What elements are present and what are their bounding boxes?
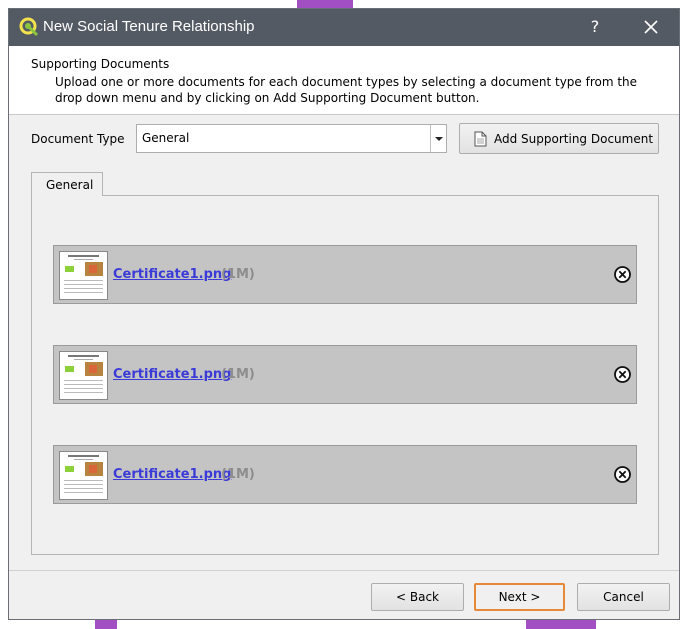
wizard-header: Supporting Documents Upload one or more … xyxy=(9,46,679,115)
document-thumbnail[interactable] xyxy=(59,251,108,300)
tab-panel: Certificate1.png (1M) Certificate1.png (… xyxy=(31,195,659,555)
help-button[interactable]: ? xyxy=(583,15,607,39)
certificate-image-icon xyxy=(60,252,107,299)
document-thumbnail[interactable] xyxy=(59,451,108,500)
window-title: New Social Tenure Relationship xyxy=(43,18,255,35)
tab-label: General xyxy=(46,178,94,192)
background-shape xyxy=(526,619,596,629)
document-row: Certificate1.png (1M) xyxy=(53,345,637,404)
document-file-link[interactable]: Certificate1.png xyxy=(113,267,231,282)
document-file-size: (1M) xyxy=(221,367,255,382)
cancel-button-label: Cancel xyxy=(603,590,644,604)
document-type-value: General xyxy=(142,131,190,145)
document-icon xyxy=(474,131,487,147)
document-file-link[interactable]: Certificate1.png xyxy=(113,467,231,482)
remove-document-icon[interactable] xyxy=(613,265,632,284)
back-button[interactable]: < Back xyxy=(371,583,464,611)
chevron-down-icon xyxy=(435,137,443,141)
background-shape xyxy=(95,619,117,629)
qgis-icon xyxy=(19,17,39,37)
certificate-image-icon xyxy=(60,352,107,399)
title-bar: New Social Tenure Relationship ? xyxy=(9,9,679,46)
document-file-size: (1M) xyxy=(221,267,255,282)
page-title: Supporting Documents xyxy=(31,57,170,71)
next-button[interactable]: Next > xyxy=(474,583,565,611)
cancel-button[interactable]: Cancel xyxy=(577,583,670,611)
document-type-label: Document Type xyxy=(31,132,125,146)
remove-document-icon[interactable] xyxy=(613,465,632,484)
document-file-size: (1M) xyxy=(221,467,255,482)
document-row: Certificate1.png (1M) xyxy=(53,445,637,504)
document-thumbnail[interactable] xyxy=(59,351,108,400)
tab-general[interactable]: General xyxy=(31,172,103,196)
next-button-label: Next > xyxy=(498,590,541,604)
document-file-link[interactable]: Certificate1.png xyxy=(113,367,231,382)
remove-document-icon[interactable] xyxy=(613,365,632,384)
add-supporting-document-label: Add Supporting Document xyxy=(494,132,654,146)
dropdown-button[interactable] xyxy=(430,125,446,152)
document-type-select[interactable]: General xyxy=(136,124,447,153)
back-button-label: < Back xyxy=(395,590,439,604)
close-icon[interactable] xyxy=(639,15,663,39)
document-row: Certificate1.png (1M) xyxy=(53,245,637,304)
add-supporting-document-button[interactable]: Add Supporting Document xyxy=(459,123,659,154)
certificate-image-icon xyxy=(60,452,107,499)
dialog-window: New Social Tenure Relationship ? Support… xyxy=(8,8,680,620)
footer-divider xyxy=(9,570,679,571)
page-description: Upload one or more documents for each do… xyxy=(55,75,638,105)
